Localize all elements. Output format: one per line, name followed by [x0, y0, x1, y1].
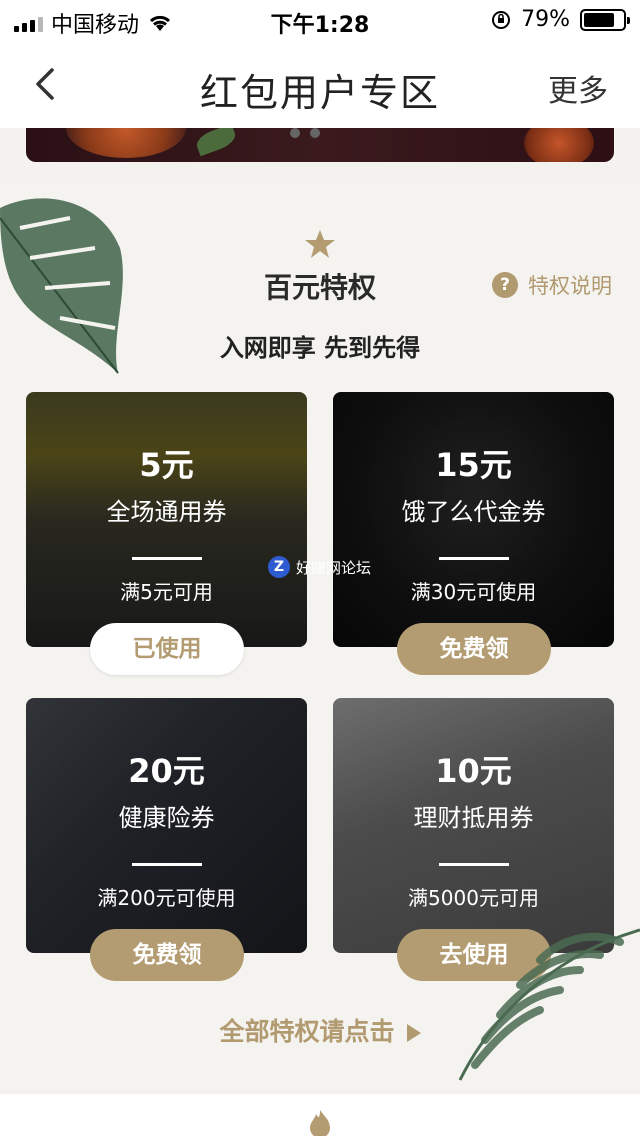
claim-button[interactable]: 免费领: [90, 929, 244, 981]
all-privileges-link[interactable]: 全部特权请点击: [0, 1012, 640, 1048]
coupon-name: 全场通用券: [106, 498, 227, 526]
food-image: [66, 128, 186, 158]
banner-dots: [290, 128, 320, 138]
flame-icon: [310, 1110, 330, 1136]
coupon-amount: 10元: [435, 752, 512, 790]
divider: [132, 557, 202, 560]
used-button[interactable]: 已使用: [90, 623, 244, 675]
leaf-decoration: [193, 128, 239, 157]
coupon-name: 健康险券: [118, 804, 215, 832]
watermark-text: 好赚网论坛: [296, 558, 372, 577]
leaf-decoration-right: [458, 928, 640, 1081]
watermark-logo-icon: Z: [268, 556, 290, 578]
coupon-card-general[interactable]: 5元 全场通用券 满5元可用 已使用: [26, 392, 307, 675]
section-subtitle: 入网即享 先到先得: [219, 334, 421, 362]
battery-icon: [580, 8, 630, 31]
coupon-condition: 满5元可用: [120, 580, 213, 604]
page-title: 红包用户专区: [199, 71, 440, 115]
watermark: Z 好赚网论坛: [268, 556, 371, 578]
coupon-amount: 5元: [139, 446, 194, 484]
question-icon: ?: [492, 272, 518, 298]
crab-image: [524, 128, 594, 162]
status-right: 79%: [491, 7, 630, 32]
coupon-card-insurance[interactable]: 20元 健康险券 满200元可使用 免费领: [26, 698, 307, 981]
help-label: 特权说明: [528, 274, 612, 298]
play-arrow-icon: [406, 1024, 421, 1042]
divider: [132, 863, 202, 866]
help-link[interactable]: ? 特权说明: [492, 270, 612, 300]
divider: [439, 557, 509, 560]
coupon-amount: 20元: [128, 752, 205, 790]
claim-button[interactable]: 免费领: [397, 623, 551, 675]
coupon-condition: 满30元可使用: [410, 580, 537, 604]
coupon-card-finance[interactable]: 10元 理财抵用券 满5000元可用 去使用: [333, 698, 614, 981]
divider: [439, 863, 509, 866]
coupon-name: 理财抵用券: [413, 804, 534, 832]
orientation-lock-icon: [492, 10, 511, 29]
all-privileges-label: 全部特权请点击: [219, 1017, 395, 1046]
food-banner[interactable]: [26, 128, 614, 162]
more-button[interactable]: 更多: [548, 66, 608, 110]
coupon-card-eleme[interactable]: 15元 饿了么代金券 满30元可使用 免费领: [333, 392, 614, 675]
nav-bar: 红包用户专区 更多: [0, 40, 640, 128]
coupon-condition: 满5000元可用: [408, 886, 539, 910]
status-bar: 中国移动 下午1:28 79%: [0, 0, 640, 40]
coupon-condition: 满200元可使用: [97, 886, 236, 910]
battery-percent: 79%: [521, 7, 570, 32]
star-icon: [305, 230, 335, 258]
coupon-name: 饿了么代金券: [401, 498, 546, 526]
coupon-amount: 15元: [435, 446, 512, 484]
